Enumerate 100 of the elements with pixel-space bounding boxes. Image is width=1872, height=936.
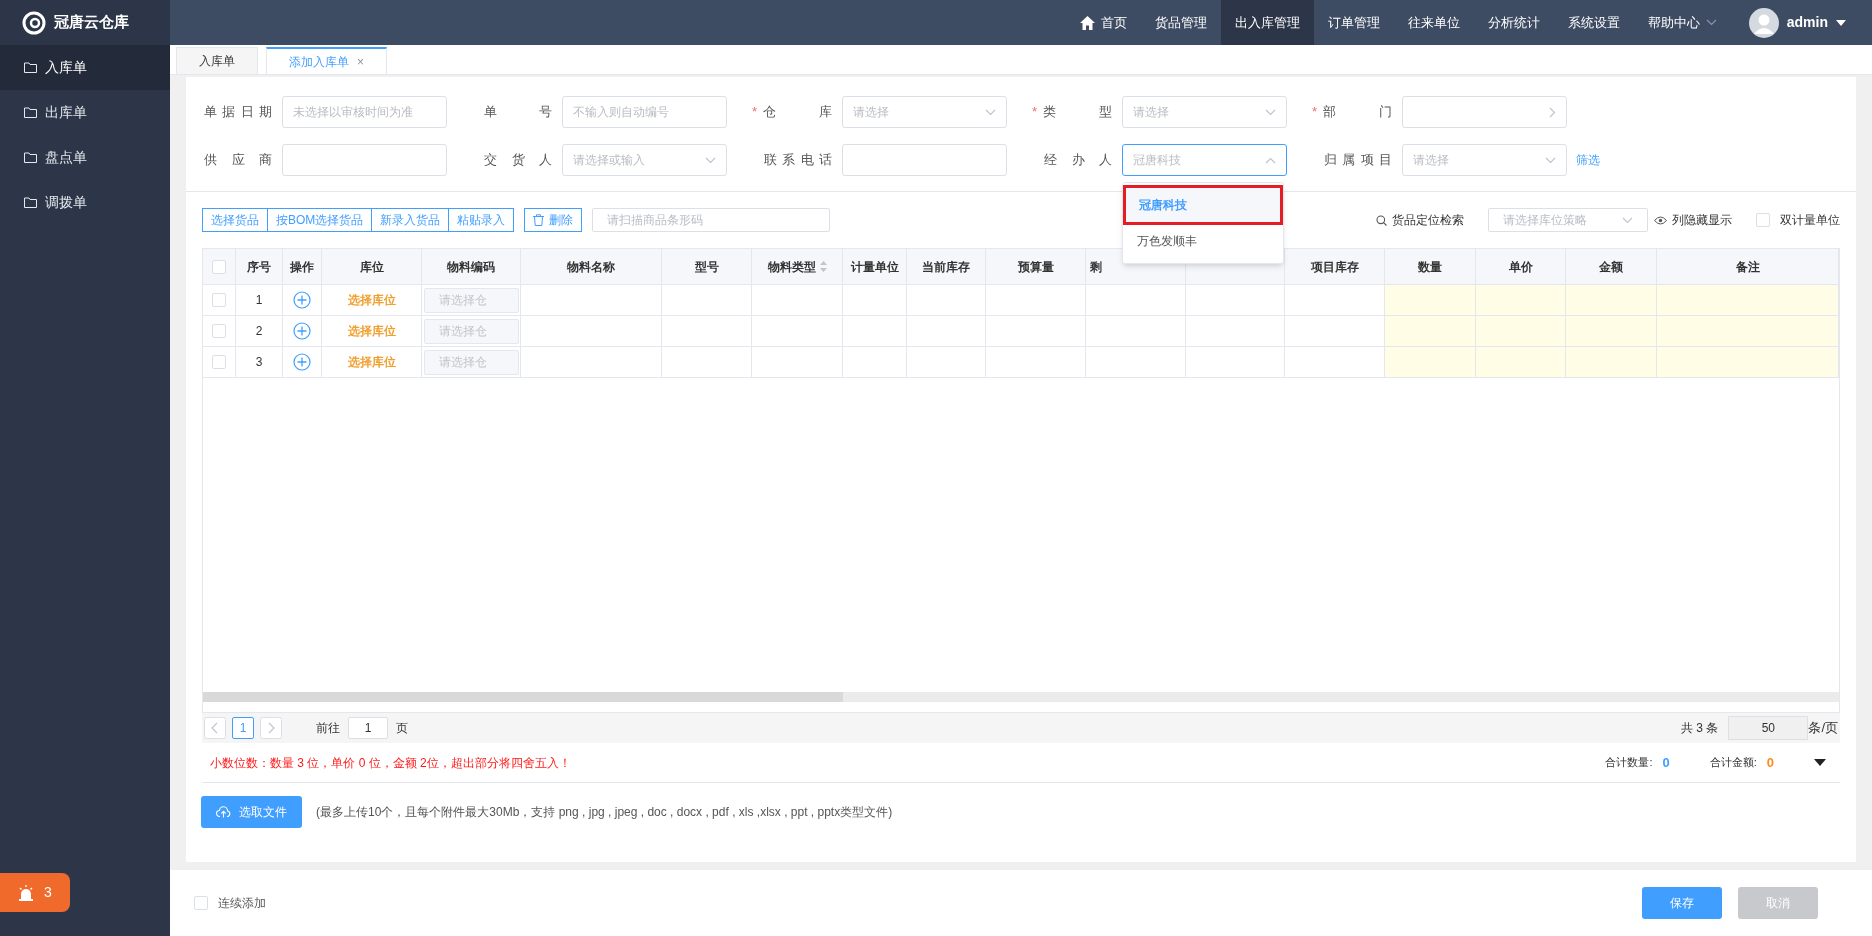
editable-cell[interactable] — [1476, 316, 1566, 346]
total-value: 0 — [1662, 753, 1670, 772]
nav-item[interactable]: 分析统计 — [1473, 0, 1554, 45]
column-header[interactable]: 物料名称 — [521, 249, 662, 284]
chevron-down-icon[interactable] — [985, 108, 996, 116]
column-header[interactable]: 单价 — [1476, 249, 1566, 284]
editable-cell[interactable] — [1657, 347, 1839, 377]
nav-item[interactable]: 往来单位 — [1393, 0, 1474, 45]
page-input[interactable]: 1 — [348, 717, 388, 739]
editable-cell[interactable] — [1566, 316, 1657, 346]
checkbox-label: 双计量单位 — [1780, 212, 1840, 229]
editable-cell[interactable] — [1566, 285, 1657, 315]
editable-cell[interactable] — [1566, 347, 1657, 377]
column-header[interactable]: 当前库存 — [907, 249, 986, 284]
column-header[interactable]: 项目库存 — [1285, 249, 1385, 284]
column-header[interactable]: 金额 — [1566, 249, 1657, 284]
add-icon[interactable] — [293, 291, 311, 309]
scrollbar-thumb[interactable] — [203, 692, 843, 702]
user-name[interactable]: admin — [1786, 12, 1828, 33]
input-field[interactable] — [282, 144, 447, 176]
nav-item[interactable]: 系统设置 — [1553, 0, 1634, 45]
field-label: 单据日期 — [204, 103, 272, 122]
chevron-right-icon[interactable] — [1549, 106, 1556, 118]
editable-cell[interactable] — [1385, 347, 1476, 377]
field-label: 归属项目 — [1324, 151, 1392, 170]
eye-icon[interactable] — [1654, 215, 1667, 225]
scan-field[interactable]: 请扫描商品条形码 — [592, 208, 831, 232]
sidebar-item[interactable]: 入库单 — [0, 45, 170, 90]
add-icon[interactable] — [293, 353, 311, 371]
field-label: 仓库 — [763, 103, 832, 122]
sidebar-item[interactable]: 出库单 — [0, 90, 170, 135]
previous-page-button[interactable] — [204, 717, 226, 739]
column-header[interactable]: 计量单位 — [843, 249, 907, 284]
column-header[interactable]: 预算量 — [986, 249, 1086, 284]
add-icon[interactable] — [293, 322, 311, 340]
checkbox[interactable] — [212, 293, 226, 307]
column-header[interactable]: 库位 — [322, 249, 422, 284]
field-label: 类型 — [1043, 103, 1112, 122]
next-page-button[interactable] — [260, 717, 282, 739]
total-count: 共 3 条 — [1681, 720, 1719, 737]
editable-cell[interactable] — [1476, 285, 1566, 315]
nav-item[interactable]: 订单管理 — [1313, 0, 1394, 45]
required-mark: * — [1312, 103, 1318, 122]
alarm-icon — [18, 884, 35, 901]
table-cell: 3 — [236, 347, 283, 377]
editable-cell[interactable] — [1657, 316, 1839, 346]
checkbox[interactable] — [1756, 213, 1770, 227]
input-field[interactable] — [842, 144, 1007, 176]
column-toggle-label[interactable]: 列隐藏显示 — [1672, 211, 1732, 229]
chevron-down-icon[interactable] — [1622, 216, 1633, 224]
nav-item[interactable]: 出入库管理 — [1220, 0, 1314, 45]
required-mark: * — [752, 103, 758, 122]
search-icon[interactable] — [1376, 214, 1387, 226]
locate-label[interactable]: 货品定位检索 — [1392, 211, 1464, 229]
column-header[interactable]: 序号 — [236, 249, 283, 284]
page-label: 页 — [396, 720, 408, 737]
avatar-icon[interactable] — [1748, 7, 1779, 38]
page-size-field[interactable]: 50 — [1728, 716, 1809, 740]
total-value: 0 — [1766, 753, 1774, 772]
required-mark: * — [1032, 103, 1038, 122]
column-header[interactable]: 剩 — [1086, 249, 1186, 284]
sidebar-item[interactable]: 盘点单 — [0, 135, 170, 180]
column-header[interactable]: 物料类型 — [752, 249, 843, 284]
checkbox[interactable] — [212, 324, 226, 338]
field-label: 交货人 — [484, 151, 552, 170]
caret-icon[interactable] — [1814, 759, 1826, 766]
nav-item[interactable]: 帮助中心 — [1633, 0, 1731, 45]
checkbox[interactable] — [194, 896, 208, 910]
chevron-down-icon[interactable] — [1545, 156, 1556, 164]
editable-cell[interactable] — [1385, 316, 1476, 346]
sort-icon[interactable] — [819, 261, 827, 272]
chevron-down-icon[interactable] — [1705, 19, 1717, 26]
chevron-up-icon[interactable] — [1265, 156, 1276, 164]
upload-hint: (最多上传10个，且每个附件最大30Mb，支持 png , jpg , jpeg , doc , docx , pdf , xls ,xlsx , ppt , pptx类型文件) — [316, 804, 893, 821]
column-header[interactable]: 备注 — [1657, 249, 1839, 284]
column-header[interactable]: 操作 — [283, 249, 322, 284]
checkbox[interactable] — [212, 355, 226, 369]
column-header[interactable]: 物料编码 — [422, 249, 521, 284]
field-label: 部门 — [1323, 103, 1392, 122]
nav-item[interactable]: 货品管理 — [1140, 0, 1221, 45]
nav-item[interactable]: 首页 — [1065, 0, 1141, 45]
table-cell: 1 — [236, 285, 283, 315]
chevron-down-icon[interactable] — [705, 156, 716, 164]
checkbox-label: 连续添加 — [218, 895, 266, 912]
app-title: 冠唐云仓库 — [54, 12, 129, 33]
decimal-notice: 小数位数：数量 3 位，单价 0 位，金额 2位，超出部分将四舍五入！ — [210, 754, 571, 772]
folder-icon — [24, 107, 37, 118]
editable-cell[interactable] — [1385, 285, 1476, 315]
column-header[interactable]: 数量 — [1385, 249, 1476, 284]
select-field[interactable] — [1402, 96, 1567, 128]
editable-cell[interactable] — [1476, 347, 1566, 377]
field-label: 单号 — [484, 103, 552, 122]
caret-icon[interactable] — [1836, 19, 1846, 26]
column-header[interactable]: 型号 — [662, 249, 752, 284]
checkbox[interactable] — [212, 259, 226, 274]
chevron-down-icon[interactable] — [1265, 108, 1276, 116]
logo-icon — [22, 10, 46, 35]
sidebar-item[interactable]: 调拨单 — [0, 180, 170, 225]
editable-cell[interactable] — [1657, 285, 1839, 315]
tab[interactable]: 入库单 — [176, 47, 258, 74]
